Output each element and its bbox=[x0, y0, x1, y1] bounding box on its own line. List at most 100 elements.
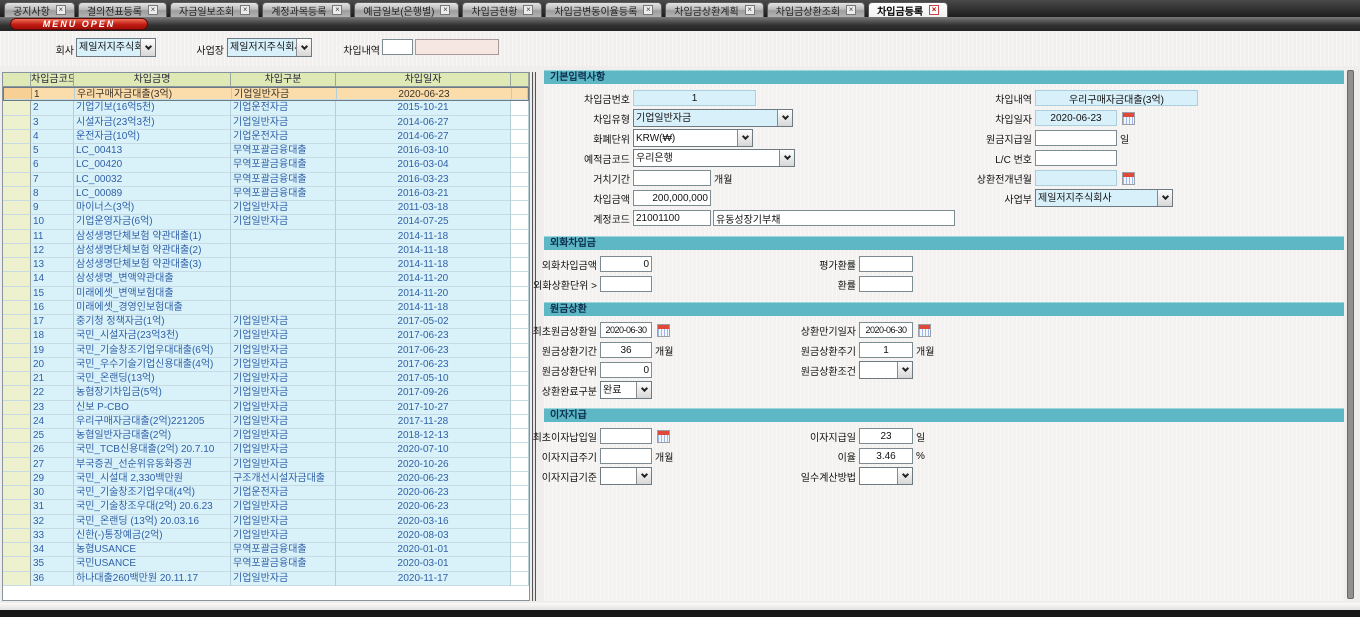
repay-start-ym-field[interactable] bbox=[1035, 170, 1117, 186]
loan-name-cell[interactable]: 부국증권_선순위유동화증권 bbox=[74, 458, 231, 472]
table-row[interactable]: 7LC_00032무역포괄금융대출2016-03-23 bbox=[3, 173, 529, 187]
extra-cell[interactable] bbox=[511, 130, 529, 144]
tab-공지사항[interactable]: 공지사항× bbox=[4, 2, 75, 17]
extra-cell[interactable] bbox=[511, 215, 529, 229]
loan-code-cell[interactable]: 6 bbox=[31, 158, 74, 172]
table-row[interactable]: 31국민_기술창조우대(2억) 20.6.23기업일반자금2020-06-23 bbox=[3, 500, 529, 514]
table-row[interactable]: 11삼성생명단체보험 약관대출(1)2014-11-18 bbox=[3, 230, 529, 244]
table-row[interactable]: 29국민_시설대 2,330백만원구조개선시설자금대출2020-06-23 bbox=[3, 472, 529, 486]
loan-code-cell[interactable]: 26 bbox=[31, 443, 74, 457]
loan-date-cell[interactable]: 2016-03-23 bbox=[336, 173, 511, 187]
loan-type-cell[interactable]: 기업운전자금 bbox=[231, 130, 336, 144]
loan-date-cell[interactable]: 2017-10-27 bbox=[336, 401, 511, 415]
table-row[interactable]: 36하나대출260백만원 20.11.17기업일반자금2020-11-17 bbox=[3, 572, 529, 586]
tab-차입금상환조회[interactable]: 차입금상환조회× bbox=[767, 2, 865, 17]
loan-code-cell[interactable]: 19 bbox=[31, 344, 74, 358]
loan-code-cell[interactable]: 30 bbox=[31, 486, 74, 500]
loan-type-cell[interactable]: 기업운전자금 bbox=[231, 101, 336, 115]
table-row[interactable]: 25농협일반자금대출(2억)기업일반자금2018-12-13 bbox=[3, 429, 529, 443]
extra-cell[interactable] bbox=[511, 272, 529, 286]
chevron-down-icon[interactable] bbox=[897, 362, 912, 378]
loan-type-cell[interactable]: 기업일반자금 bbox=[231, 358, 336, 372]
close-icon[interactable]: × bbox=[745, 5, 755, 15]
menu-open-button[interactable]: MENU OPEN bbox=[10, 18, 148, 30]
repay-unit-field[interactable] bbox=[600, 362, 652, 378]
extra-cell[interactable] bbox=[511, 472, 529, 486]
close-icon[interactable]: × bbox=[332, 5, 342, 15]
close-icon[interactable]: × bbox=[440, 5, 450, 15]
loan-name-cell[interactable]: 농협일반자금대출(2억) bbox=[74, 429, 231, 443]
loan-date-cell[interactable]: 2014-11-18 bbox=[336, 244, 511, 258]
interest-basis-select[interactable] bbox=[600, 467, 652, 485]
table-row[interactable]: 12삼성생명단체보험 약관대출(2)2014-11-18 bbox=[3, 244, 529, 258]
loan-code-cell[interactable]: 8 bbox=[31, 187, 74, 201]
loan-date-cell[interactable]: 2014-06-27 bbox=[336, 130, 511, 144]
row-selector-cell[interactable] bbox=[3, 158, 31, 172]
loan-name-cell[interactable]: 마이너스(3억) bbox=[74, 201, 231, 215]
loan-type-cell[interactable] bbox=[231, 230, 336, 244]
column-header-type[interactable]: 차입구분 bbox=[231, 73, 336, 87]
column-header-name[interactable]: 차입금명 bbox=[74, 73, 231, 87]
loan-name-cell[interactable]: 삼성생명_변액약관대출 bbox=[74, 272, 231, 286]
loan-name-cell[interactable]: 국민_온랜딩 (13억) 20.03.16 bbox=[74, 515, 231, 529]
loan-date-cell[interactable]: 2020-10-26 bbox=[336, 458, 511, 472]
loan-type-cell[interactable]: 기업일반자금 bbox=[231, 386, 336, 400]
day-count-method-select[interactable] bbox=[859, 467, 913, 485]
table-row[interactable]: 19국민_기술창조기업우대대출(6억)기업일반자금2017-06-23 bbox=[3, 344, 529, 358]
table-row[interactable]: 32국민_온랜딩 (13억) 20.03.16기업일반자금2020-03-16 bbox=[3, 515, 529, 529]
table-row[interactable]: 3시설자금(23억3천)기업일반자금2014-06-27 bbox=[3, 116, 529, 130]
row-selector-cell[interactable] bbox=[3, 101, 31, 115]
loan-type-cell[interactable] bbox=[231, 272, 336, 286]
loan-type-cell[interactable] bbox=[231, 244, 336, 258]
loan-desc-input[interactable] bbox=[382, 39, 413, 55]
column-header-code[interactable]: 차입금코드 bbox=[31, 73, 74, 87]
loan-name-cell[interactable]: 국민_온랜딩(13억) bbox=[74, 372, 231, 386]
extra-cell[interactable] bbox=[511, 386, 529, 400]
loan-type-cell[interactable]: 기업일반자금 bbox=[231, 372, 336, 386]
loan-name-cell[interactable]: 미래에셋_변액보험대출 bbox=[74, 287, 231, 301]
extra-cell[interactable] bbox=[511, 401, 529, 415]
loan-name-cell[interactable]: 기업기보(16억5천) bbox=[74, 101, 231, 115]
row-selector-cell[interactable] bbox=[3, 429, 31, 443]
loan-code-cell[interactable]: 31 bbox=[31, 500, 74, 514]
table-row[interactable]: 16미래에셋_경영인보험대출2014-11-18 bbox=[3, 301, 529, 315]
loan-name-cell[interactable]: 농협장기차입금(5억) bbox=[74, 386, 231, 400]
account-code-field[interactable] bbox=[633, 210, 711, 226]
extra-cell[interactable] bbox=[511, 515, 529, 529]
loan-date-cell[interactable]: 2020-07-10 bbox=[336, 443, 511, 457]
loan-type-cell[interactable]: 기업운전자금 bbox=[231, 486, 336, 500]
loan-type-cell[interactable]: 기업일반자금 bbox=[231, 572, 336, 586]
row-selector-cell[interactable] bbox=[3, 515, 31, 529]
tab-차입금변동이율등록[interactable]: 차입금변동이율등록× bbox=[545, 2, 662, 17]
row-selector-cell[interactable] bbox=[3, 116, 31, 130]
table-row[interactable]: 8LC_00089무역포괄금융대출2016-03-21 bbox=[3, 187, 529, 201]
row-selector-cell[interactable] bbox=[3, 344, 31, 358]
extra-cell[interactable] bbox=[511, 415, 529, 429]
loan-type-cell[interactable]: 무역포괄금융대출 bbox=[231, 187, 336, 201]
extra-cell[interactable] bbox=[511, 557, 529, 571]
loan-date-cell[interactable]: 2011-03-18 bbox=[336, 201, 511, 215]
tab-예금일보(은행별)[interactable]: 예금일보(은행별)× bbox=[354, 2, 459, 17]
table-row[interactable]: 5LC_00413무역포괄금융대출2016-03-10 bbox=[3, 144, 529, 158]
vertical-scrollbar[interactable] bbox=[1347, 70, 1354, 599]
loan-type-cell[interactable]: 기업일반자금 bbox=[232, 88, 337, 100]
row-selector-cell[interactable] bbox=[3, 401, 31, 415]
column-header-date[interactable]: 차입일자 bbox=[336, 73, 511, 87]
extra-cell[interactable] bbox=[511, 500, 529, 514]
row-selector-cell[interactable] bbox=[3, 529, 31, 543]
extra-cell[interactable] bbox=[511, 429, 529, 443]
loan-code-cell[interactable]: 35 bbox=[31, 557, 74, 571]
table-row[interactable]: 18국민_시설자금(23억3천)기업일반자금2017-06-23 bbox=[3, 329, 529, 343]
row-selector-cell[interactable] bbox=[3, 500, 31, 514]
loan-type-cell[interactable]: 구조개선시설자금대출 bbox=[231, 472, 336, 486]
extra-cell[interactable] bbox=[512, 88, 528, 100]
extra-cell[interactable] bbox=[511, 543, 529, 557]
loan-date-cell[interactable]: 2020-06-23 bbox=[337, 88, 512, 100]
close-icon[interactable]: × bbox=[148, 5, 158, 15]
loan-date-cell[interactable]: 2020-08-03 bbox=[336, 529, 511, 543]
row-selector-cell[interactable] bbox=[3, 329, 31, 343]
table-row[interactable]: 2기업기보(16억5천)기업운전자금2015-10-21 bbox=[3, 101, 529, 115]
row-selector-cell[interactable] bbox=[3, 315, 31, 329]
row-selector-cell[interactable] bbox=[3, 472, 31, 486]
extra-cell[interactable] bbox=[511, 301, 529, 315]
